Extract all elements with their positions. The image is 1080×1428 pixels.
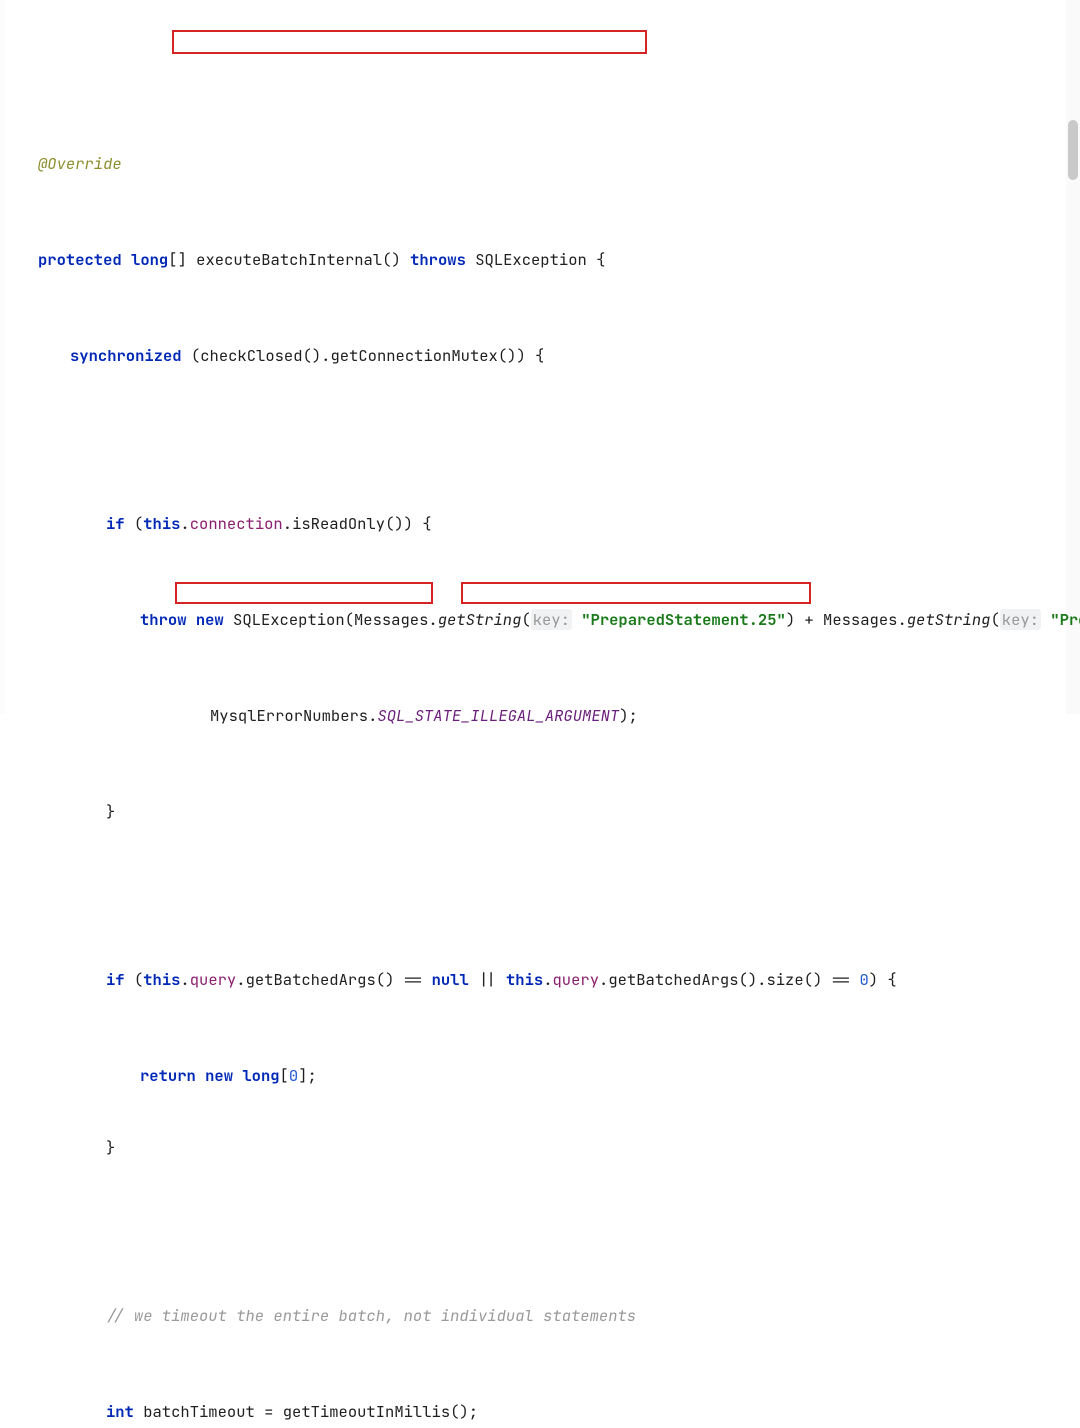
code-line[interactable]: }	[0, 800, 1080, 824]
blank-line	[0, 872, 1080, 896]
annotation-box-method-signature	[172, 30, 647, 54]
code-line[interactable]: MysqlErrorNumbers.SQL_STATE_ILLEGAL_ARGU…	[0, 704, 1080, 728]
blank-line	[0, 1208, 1080, 1232]
annotation-box-rewrite-batched	[461, 582, 811, 604]
code-line[interactable]: }	[0, 1136, 1080, 1160]
code-line[interactable]: synchronized (checkClosed().getConnectio…	[0, 344, 1080, 368]
inlay-hint: key:	[531, 609, 572, 630]
code-line[interactable]: protected long[] executeBatchInternal() …	[0, 248, 1080, 272]
code-line[interactable]: if (this.query.getBatchedArgs() == null …	[0, 968, 1080, 992]
comment: // we timeout the entire batch, not indi…	[106, 1305, 636, 1326]
code-editor[interactable]: @Override protected long[] executeBatchI…	[0, 0, 1080, 714]
code-line[interactable]: return new long[0];	[0, 1064, 1080, 1088]
code-line[interactable]: if (this.connection.isReadOnly()) {	[0, 512, 1080, 536]
method-name: executeBatchInternal	[196, 249, 382, 270]
code-line[interactable]: int batchTimeout = getTimeoutInMillis();	[0, 1400, 1080, 1424]
annotation-box-batch-plain	[175, 582, 433, 604]
code-line[interactable]: @Override	[0, 152, 1080, 176]
blank-line	[0, 416, 1080, 440]
annotation: @Override	[38, 153, 122, 174]
code-line[interactable]: throw new SQLException(Messages.getStrin…	[0, 608, 1080, 632]
inlay-hint: key:	[1000, 609, 1041, 630]
code-line[interactable]: // we timeout the entire batch, not indi…	[0, 1304, 1080, 1328]
